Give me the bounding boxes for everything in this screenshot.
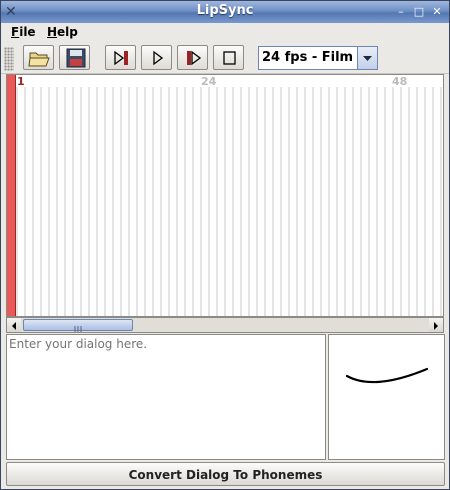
- menu-help-label: elp: [57, 25, 78, 39]
- chevron-down-icon: [363, 56, 372, 61]
- menu-bar: File Help: [1, 23, 449, 43]
- play-button[interactable]: [141, 45, 172, 70]
- scroll-left-button[interactable]: [7, 318, 21, 332]
- fps-select-value: 24 fps - Film: [262, 50, 354, 65]
- chevron-left-icon: [12, 322, 16, 330]
- fps-select[interactable]: 24 fps - Film: [258, 46, 378, 70]
- save-disk-icon: [66, 48, 86, 68]
- menu-file-label: ile: [19, 25, 36, 39]
- mouth-preview: [328, 334, 445, 460]
- frame-label-1: 1: [17, 75, 25, 88]
- play-icon: [153, 50, 164, 66]
- playhead-marker[interactable]: [7, 75, 16, 316]
- chevron-right-icon: [434, 322, 438, 330]
- fps-dropdown-button[interactable]: [357, 47, 377, 69]
- minimize-icon[interactable]: –: [393, 4, 409, 20]
- frame-label-24: 24: [201, 75, 217, 88]
- menu-file-mnemonic: F: [11, 25, 20, 39]
- close-icon[interactable]: ✕: [429, 4, 445, 20]
- menu-file[interactable]: File: [11, 25, 36, 39]
- toolbar: 24 fps - Film: [1, 43, 449, 74]
- open-folder-icon: [28, 52, 50, 67]
- play-from-marker-button[interactable]: [177, 45, 208, 70]
- dialog-input[interactable]: [6, 334, 326, 460]
- menu-help[interactable]: Help: [47, 25, 78, 39]
- window-title: LipSync: [196, 3, 254, 18]
- title-bar[interactable]: ✕ LipSync – □ ✕: [1, 1, 449, 23]
- app-window: ✕ LipSync – □ ✕ File Help 24 fps - Film …: [0, 0, 450, 490]
- open-button[interactable]: [23, 45, 54, 70]
- maximize-icon[interactable]: □: [411, 4, 427, 20]
- menu-help-mnemonic: H: [47, 25, 58, 39]
- play-from-marker-icon: [187, 50, 202, 66]
- stop-button[interactable]: [213, 45, 244, 70]
- frame-label-48: 48: [392, 75, 408, 88]
- timeline[interactable]: 1 24 48: [6, 74, 444, 317]
- scroll-right-button[interactable]: [429, 318, 443, 332]
- play-to-marker-icon: [114, 50, 128, 66]
- mouth-shape-icon: [345, 367, 429, 384]
- save-button[interactable]: [59, 45, 90, 70]
- scrollbar-thumb[interactable]: [23, 319, 133, 332]
- toolbar-grip[interactable]: [4, 47, 14, 71]
- play-to-marker-button[interactable]: [105, 45, 136, 70]
- timeline-horizontal-scrollbar[interactable]: [6, 317, 444, 333]
- convert-button[interactable]: Convert Dialog To Phonemes: [6, 462, 445, 486]
- stop-icon: [223, 51, 236, 65]
- timeline-grid: [16, 87, 442, 316]
